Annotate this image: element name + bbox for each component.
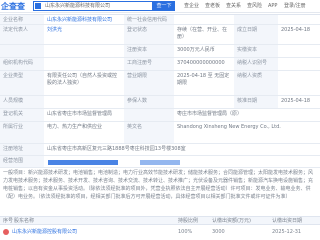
taxpayer-qual-value	[278, 71, 320, 95]
taxpayer-id-value	[278, 58, 320, 70]
cell-label: 人员规模	[0, 96, 44, 108]
table-row: 企业名称 山东永兴新能源科技有限公司 统一社会信用代码	[0, 15, 320, 25]
cell-label: 统一社会信用代码	[124, 15, 174, 24]
cell-label: 注册资本	[124, 45, 174, 57]
table-row: 企业类型 有限责任公司（自然人投资或控股的法人独资） 营业期限 2025-04-…	[0, 71, 320, 96]
nav-item-app[interactable]: APP	[268, 1, 277, 12]
cell-label: 纳税人识别号	[234, 58, 278, 70]
cell-label: 法定代表人	[0, 25, 44, 44]
company-name-value[interactable]: 山东永兴新能源科技有限公司	[44, 15, 124, 24]
company-logo-icon	[3, 229, 9, 235]
table-row: 法定代表人 刘洪光 登记状态 存续（在营、开业、在册） 成立日期 2025-04…	[0, 25, 320, 45]
table-row: 经营范围	[0, 156, 320, 168]
insured-count-value	[174, 96, 234, 108]
col-name: 股东名称	[14, 218, 35, 224]
cell-label: 注册地址	[0, 144, 44, 155]
credit-code-value	[174, 15, 234, 24]
company-type-value: 有限责任公司（自然人投资或控股的法人独资）	[47, 73, 118, 86]
nav-item-risk[interactable]: 查风险	[247, 1, 262, 12]
nav-item-boss[interactable]: 查老板	[205, 1, 220, 12]
search-input-value: 山东永兴新能源科技有限公司	[45, 3, 111, 9]
cell-label: 营业期限	[124, 71, 174, 95]
shareholder-name[interactable]: 山东永兴新能源控股有限公司	[12, 229, 77, 236]
col-index: 序号	[3, 218, 14, 224]
search-button[interactable]: 查一下	[153, 1, 175, 11]
cell-label: 纳税人资质	[234, 71, 278, 95]
business-scope-text: 一般项目：新兴能源技术研发；电池销售；电池制造；电力行业高效节能技术研发；储能技…	[3, 170, 314, 200]
paid-capital-value	[278, 45, 320, 57]
cell-label	[234, 15, 278, 24]
industry-value: 电力、热力生产和供应业	[47, 124, 103, 130]
col-amount: 认缴出资额(万元)	[212, 218, 251, 224]
cell-label: 企业名称	[0, 15, 44, 24]
table-row: 所属行业 电力、热力生产和供应业 英文名 Shandong Xinsheng N…	[0, 122, 320, 144]
cell-label: 参保人数	[124, 96, 174, 108]
col-date: 认缴出资日期	[272, 218, 303, 224]
business-info-table: 企业名称 山东永兴新能源科技有限公司 统一社会信用代码 法定代表人 刘洪光 登记…	[0, 14, 320, 168]
org-code-value	[44, 58, 124, 70]
nav-item-login[interactable]: 登录/注册	[284, 1, 306, 12]
site-logo[interactable]: 企查查	[1, 1, 25, 12]
former-authority-value: 枣庄市市场监督管理局（原）	[177, 111, 243, 117]
cell-label	[0, 45, 44, 57]
cell-value	[44, 45, 124, 57]
legal-rep-value[interactable]: 刘洪光	[47, 27, 121, 34]
cell-label: 经营范围	[0, 156, 44, 167]
cell-label	[124, 109, 174, 121]
cell-label: 工商注册号	[124, 58, 174, 70]
col-ratio: 持股比例	[178, 218, 199, 224]
cell-label: 登记状态	[124, 25, 174, 44]
table-row: 注册资本 3000万元人民币 实缴资本	[0, 45, 320, 58]
top-bar: 企查查 山东永兴新能源科技有限公司 查一下 查企业 查老板 查关系 查风险 AP…	[0, 0, 320, 13]
nav-item-relation[interactable]: 查关系	[226, 1, 241, 12]
redacted-bar	[140, 160, 180, 165]
cell-label: 组织机构代码	[0, 58, 44, 70]
shareholder-amount: 3000	[212, 229, 225, 235]
shareholder-date: 2025-12-31	[272, 229, 302, 235]
cell-value	[278, 15, 320, 24]
nav-item-company[interactable]: 查企业	[184, 1, 199, 12]
approval-date-value: 2025-04-18	[281, 98, 311, 104]
search-type-icon[interactable]	[35, 3, 41, 9]
cell-label: 实缴资本	[234, 45, 278, 57]
cell-label: 成立日期	[234, 25, 278, 44]
cell-label: 所属行业	[0, 122, 44, 143]
address-value[interactable]: 山东省枣庄市高新区复元三路1888号枣庄科技园13号楼308室	[44, 144, 320, 155]
reg-number-value: 370400000000000	[177, 60, 225, 66]
registered-capital-value: 3000万元人民币	[177, 47, 215, 53]
table-row: 人员规模 参保人数 核准日期 2025-04-18	[0, 96, 320, 109]
legal-rep-cell: 刘洪光	[44, 25, 124, 44]
business-term-value: 2025-04-18 至 无固定期限	[177, 73, 230, 86]
table-row: 组织机构代码 工商注册号 370400000000000 纳税人识别号	[0, 58, 320, 71]
search-input[interactable]: 山东永兴新能源科技有限公司	[33, 1, 153, 11]
table-row: 山东永兴新能源控股有限公司 100% 3000 2025-12-31	[0, 225, 320, 240]
shareholder-table-header: 序号 股东名称 持股比例 认缴出资额(万元) 认缴出资日期	[0, 216, 320, 225]
cell-label: 英文名	[124, 122, 174, 143]
cell-label: 企业类型	[0, 71, 44, 95]
cell-label: 核准日期	[234, 96, 278, 108]
table-row: 注册地址 山东省枣庄市高新区复元三路1888号枣庄科技园13号楼308室	[0, 144, 320, 156]
founded-date-value: 2025-04-18	[281, 27, 311, 33]
shareholder-ratio: 100%	[178, 229, 193, 235]
staff-size-value	[44, 96, 124, 108]
redacted-bar	[48, 160, 118, 165]
cell-label: 登记机关	[0, 109, 44, 121]
status-value: 存续（在营、开业、在册）	[177, 27, 228, 40]
english-name-value: Shandong Xinsheng New Energy Co., Ltd.	[177, 124, 281, 130]
reg-authority-value: 山东省枣庄市市场监督管理局	[47, 111, 113, 117]
table-row: 登记机关 山东省枣庄市市场监督管理局 枣庄市市场监督管理局（原）	[0, 109, 320, 122]
